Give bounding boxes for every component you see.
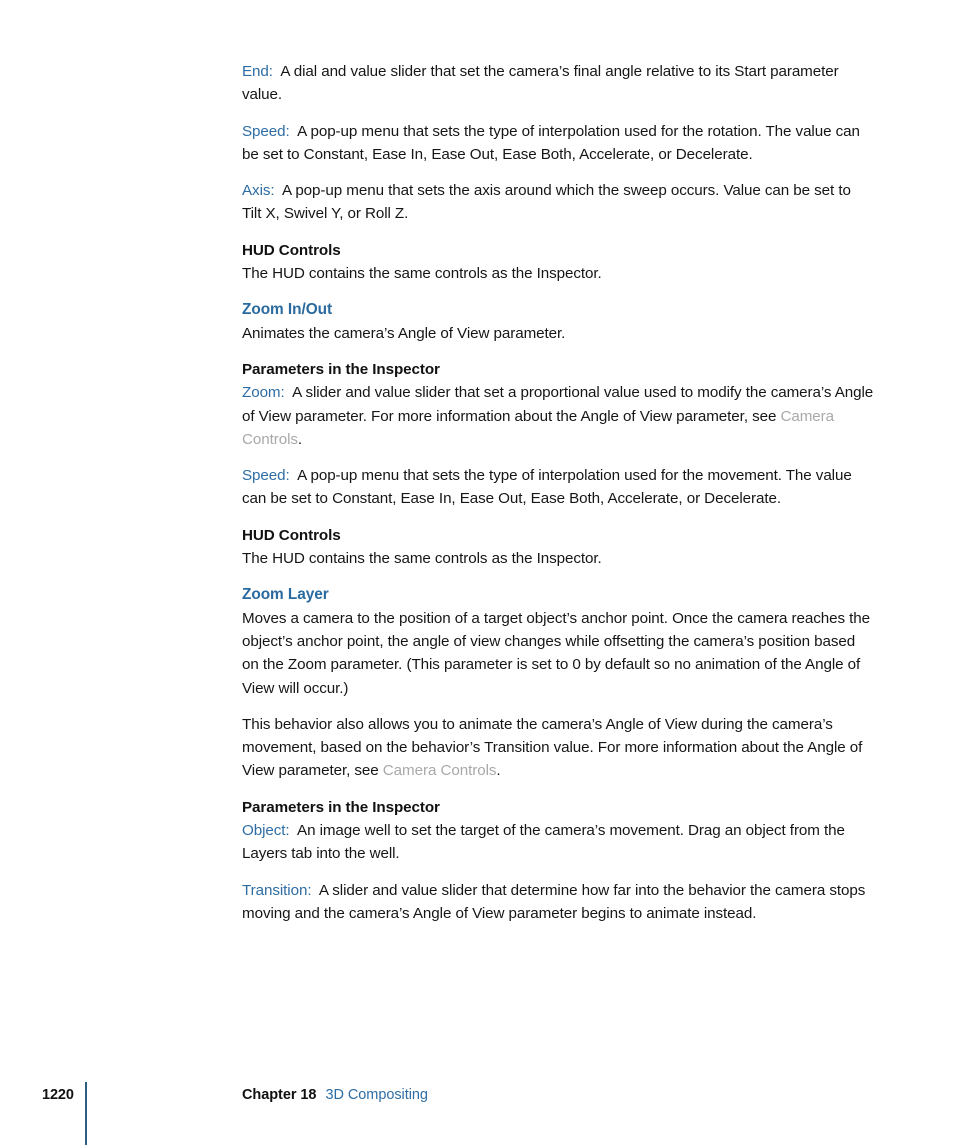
paragraph-object-parameter: Object: An image well to set the target … <box>242 819 874 866</box>
paragraph-speed-parameter-movement: Speed: A pop-up menu that sets the type … <box>242 464 874 511</box>
footer-page-number: 1220 <box>42 1087 74 1103</box>
paragraph-transition-parameter: Transition: A slider and value slider th… <box>242 879 874 926</box>
subheading-parameters-inspector-2: Parameters in the Inspector <box>242 798 440 816</box>
parameter-term-end: End: <box>242 63 273 80</box>
page-content: End: A dial and value slider that set th… <box>242 60 874 938</box>
paragraph-hud-controls-2: The HUD contains the same controls as th… <box>242 550 602 568</box>
subheading-parameters-inspector-1: Parameters in the Inspector <box>242 360 440 378</box>
parameter-text-zoom-before: A slider and value slider that set a pro… <box>242 384 874 425</box>
paragraph-zoom-layer-detail: This behavior also allows you to animate… <box>242 713 874 783</box>
section-hud-controls-2: HUD Controls The HUD contains the same c… <box>242 524 874 571</box>
parameter-text-transition: A slider and value slider that determine… <box>242 881 866 922</box>
footer-vertical-rule <box>85 1082 87 1145</box>
paragraph-end-parameter: End: A dial and value slider that set th… <box>242 60 874 107</box>
page-footer: 1220 Chapter 18 3D Compositing <box>0 1082 954 1145</box>
parameter-term-zoom: Zoom: <box>242 384 285 402</box>
parameter-text-zoom-after: . <box>297 430 303 448</box>
subheading-hud-controls-2: HUD Controls <box>242 526 341 544</box>
document-page: End: A dial and value slider that set th… <box>0 0 954 1145</box>
subheading-hud-controls-1: HUD Controls <box>242 241 341 259</box>
section-hud-controls-1: HUD Controls The HUD contains the same c… <box>242 239 874 286</box>
parameter-text-speed-movement: A pop-up menu that sets the type of inte… <box>242 467 852 508</box>
parameter-text-speed-rotation: A pop-up menu that sets the type of inte… <box>242 122 860 163</box>
paragraph-zoom-parameter: Zoom: A slider and value slider that set… <box>242 381 874 451</box>
subsection-zoom-in-out-parameters: Parameters in the Inspector Zoom: A slid… <box>242 358 874 451</box>
parameter-text-end: A dial and value slider that set the cam… <box>242 63 839 104</box>
paragraph-zoom-layer-detail-after: . <box>496 762 501 780</box>
section-zoom-in-out: Zoom In/Out Animates the camera’s Angle … <box>242 298 874 345</box>
subsection-zoom-layer-parameters: Parameters in the Inspector Object: An i… <box>242 796 874 866</box>
paragraph-zoom-in-out-intro: Animates the camera’s Angle of View para… <box>242 324 566 342</box>
footer-chapter-label: Chapter 18 <box>242 1087 317 1103</box>
parameter-term-axis: Axis: <box>242 182 275 200</box>
footer-chapter-title-link[interactable]: 3D Compositing <box>325 1087 428 1103</box>
footer-chapter-info: Chapter 18 3D Compositing <box>242 1087 428 1103</box>
paragraph-speed-parameter-rotation: Speed: A pop-up menu that sets the type … <box>242 120 874 167</box>
paragraph-axis-parameter: Axis: A pop-up menu that sets the axis a… <box>242 179 874 226</box>
section-zoom-layer: Zoom Layer Moves a camera to the positio… <box>242 583 874 699</box>
paragraph-zoom-layer-intro: Moves a camera to the position of a targ… <box>242 609 870 697</box>
parameter-term-speed-movement: Speed: <box>242 467 290 485</box>
paragraph-hud-controls-1: The HUD contains the same controls as th… <box>242 265 602 283</box>
heading-zoom-layer: Zoom Layer <box>242 586 329 604</box>
parameter-term-object: Object: <box>242 822 290 840</box>
heading-zoom-in-out: Zoom In/Out <box>242 301 333 319</box>
paragraph-zoom-layer-detail-before: This behavior also allows you to animate… <box>242 715 863 780</box>
parameter-text-object: An image well to set the target of the c… <box>242 822 845 863</box>
parameter-text-axis: A pop-up menu that sets the axis around … <box>242 182 851 223</box>
xref-link-camera-controls-2[interactable]: Camera Controls <box>383 762 497 779</box>
parameter-term-transition: Transition: <box>242 881 312 899</box>
parameter-term-speed-rotation: Speed: <box>242 122 290 140</box>
